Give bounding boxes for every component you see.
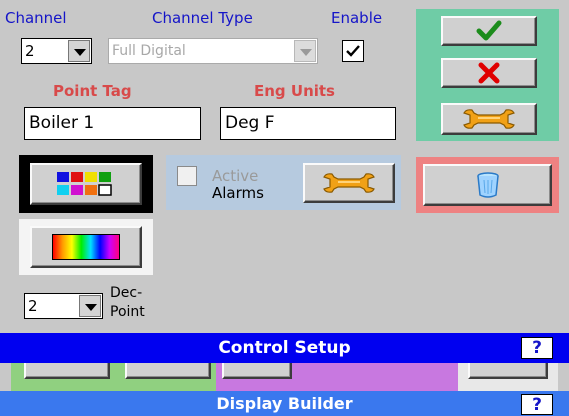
channel-value: 2 (25, 42, 35, 60)
chevron-down-icon[interactable] (68, 40, 90, 62)
display-builder-help-button[interactable]: ? (521, 394, 553, 415)
active-label: Active (212, 167, 259, 185)
control-setup-title: Control Setup (218, 338, 351, 358)
rainbow-gradient-icon (52, 234, 120, 260)
point-tag-label: Point Tag (53, 82, 132, 100)
chevron-down-icon[interactable] (79, 295, 101, 317)
alarm-settings-button[interactable] (303, 163, 395, 203)
wrench-icon (323, 173, 375, 193)
color-palette-button[interactable] (30, 163, 142, 205)
toolbar-button-1[interactable] (24, 363, 110, 379)
alarms-label: Alarms (212, 184, 264, 202)
settings-button[interactable] (441, 103, 537, 135)
display-builder-titlebar: Display Builder ? (0, 391, 569, 416)
point-tag-field[interactable]: Boiler 1 (24, 107, 201, 140)
active-alarms-checkbox[interactable] (177, 166, 197, 186)
delete-button[interactable] (423, 164, 552, 206)
wrench-icon (463, 109, 515, 129)
decimal-point-value: 2 (28, 297, 38, 315)
channel-type-label: Channel Type (152, 9, 253, 27)
eng-units-field[interactable]: Deg F (220, 107, 396, 140)
eng-units-label: Eng Units (254, 82, 335, 100)
channel-type-value: Full Digital (112, 43, 186, 59)
x-icon (478, 62, 500, 84)
control-setup-titlebar: Control Setup ? (0, 333, 569, 363)
checkmark-icon (346, 45, 360, 57)
channel-type-select[interactable]: Full Digital (108, 38, 318, 64)
trash-can-icon (476, 172, 499, 198)
toolbar-button-3[interactable] (222, 363, 292, 379)
toolbar-button-2[interactable] (125, 363, 211, 379)
ok-button[interactable] (441, 16, 537, 46)
decimal-point-select[interactable]: 2 (24, 293, 103, 319)
enable-checkbox[interactable] (342, 40, 364, 62)
channel-select[interactable]: 2 (21, 38, 92, 64)
control-setup-help-button[interactable]: ? (521, 337, 553, 359)
color-gradient-button[interactable] (30, 226, 142, 268)
enable-label: Enable (331, 9, 383, 27)
decimal-point-label-line2: Point (110, 304, 145, 320)
chevron-down-icon[interactable] (294, 40, 316, 62)
toolbar-button-4[interactable] (468, 363, 548, 379)
decimal-point-label-line1: Dec- (110, 285, 143, 301)
channel-label: Channel (5, 9, 67, 27)
display-builder-title: Display Builder (216, 394, 353, 413)
underlying-toolbar (0, 363, 569, 391)
cancel-button[interactable] (441, 58, 537, 88)
checkmark-icon (476, 20, 502, 41)
color-palette-icon (57, 172, 112, 196)
